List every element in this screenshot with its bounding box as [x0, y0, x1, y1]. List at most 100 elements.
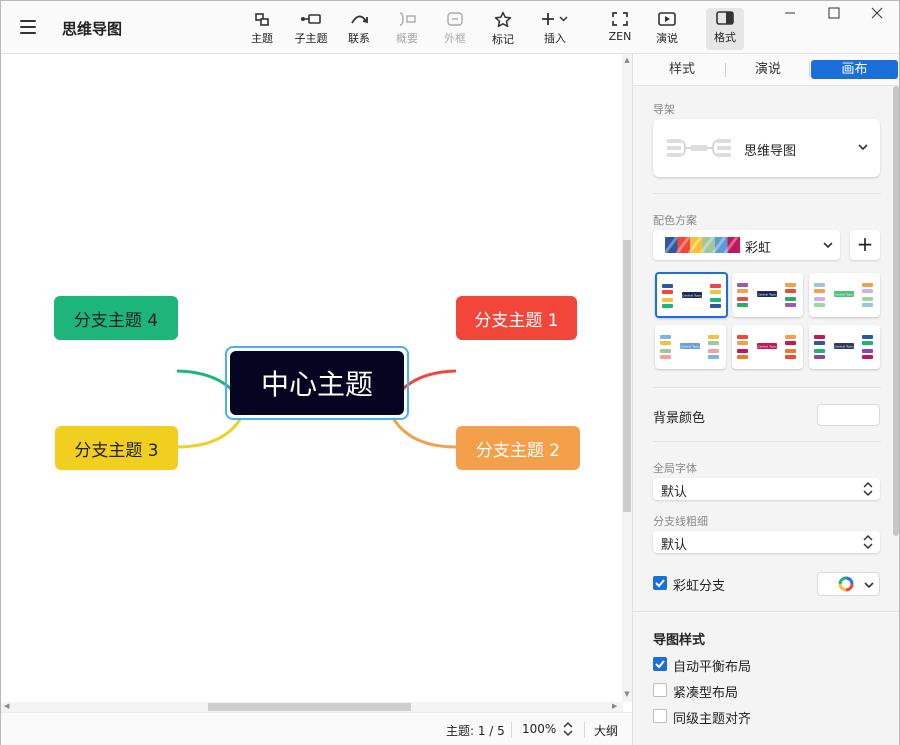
- play-icon: [658, 12, 676, 26]
- panel-icon: [716, 11, 734, 25]
- chevron-down-icon: [823, 242, 833, 249]
- marker-button[interactable]: 标记: [481, 9, 525, 49]
- boundary-button[interactable]: 外框: [433, 9, 477, 49]
- check-icon: [655, 660, 665, 669]
- canvas-horizontal-scrollbar[interactable]: ◀ ▶: [1, 702, 623, 712]
- theme-preview-graphic: Central Topic: [660, 335, 719, 359]
- theme-thumbnail-1[interactable]: Central Topic: [655, 272, 728, 318]
- theme-thumbnail-3[interactable]: Central Topic: [809, 273, 880, 317]
- rainbow-palette-icon: [665, 237, 740, 253]
- tab-canvas[interactable]: 画布: [811, 60, 898, 79]
- insert-button[interactable]: 插入: [531, 9, 579, 49]
- zen-button[interactable]: ZEN: [598, 9, 642, 49]
- align-siblings-checkbox[interactable]: [653, 709, 667, 723]
- marker-label: 标记: [492, 33, 514, 46]
- summary-icon: [399, 12, 416, 26]
- global-font-label: 全局字体: [653, 462, 697, 475]
- topic-icon: [255, 13, 269, 26]
- scroll-down-icon[interactable]: ▼: [623, 690, 631, 698]
- close-icon: [871, 7, 883, 19]
- divider: [653, 193, 881, 194]
- theme-thumbnail-2[interactable]: Central Topic: [732, 273, 803, 317]
- add-subtopic-label: 子主题: [294, 32, 328, 45]
- canvas-vertical-scrollbar[interactable]: ▲ ▼: [622, 54, 632, 702]
- add-subtopic-button[interactable]: 子主题: [289, 9, 333, 49]
- relationship-icon: [351, 15, 368, 24]
- summary-label: 概要: [396, 32, 418, 45]
- branch-topic-3[interactable]: 分支主题 3: [55, 426, 178, 470]
- compact-layout-checkbox[interactable]: [653, 683, 667, 697]
- central-topic[interactable]: 中心主题: [230, 351, 404, 415]
- panel-scrollbar[interactable]: [893, 86, 899, 536]
- line-width-value: 默认: [661, 538, 688, 553]
- horizontal-scroll-thumb[interactable]: [208, 703, 411, 711]
- zoom-level[interactable]: 100%: [522, 722, 556, 736]
- fullscreen-icon: [612, 12, 628, 26]
- align-siblings-label: 同级主题对齐: [673, 712, 752, 727]
- present-button[interactable]: 演说: [645, 9, 689, 49]
- global-font-select[interactable]: 默认: [653, 478, 880, 500]
- theme-thumbnail-5[interactable]: Central Topic: [732, 325, 803, 369]
- rainbow-branch-checkbox[interactable]: [653, 576, 667, 590]
- format-button[interactable]: 格式: [706, 8, 744, 50]
- theme-preview-graphic: Central Topic: [737, 283, 796, 307]
- color-scheme-select[interactable]: 彩虹: [653, 230, 840, 260]
- present-label: 演说: [656, 32, 678, 45]
- rainbow-branch-label: 彩虹分支: [673, 579, 726, 594]
- scroll-left-icon[interactable]: ◀: [4, 702, 9, 710]
- branch-topic-1[interactable]: 分支主题 1: [456, 296, 577, 340]
- minimize-button[interactable]: [767, 1, 813, 31]
- scroll-up-icon[interactable]: ▲: [623, 56, 631, 64]
- chevron-down-icon: [864, 582, 874, 589]
- theme-preview-graphic: Central Topic: [814, 335, 873, 359]
- zen-label: ZEN: [608, 30, 632, 43]
- skeleton-value: 思维导图: [744, 144, 797, 159]
- tab-divider: [725, 63, 726, 77]
- divider: [633, 611, 899, 612]
- minimize-icon: [785, 12, 795, 14]
- summary-button[interactable]: 概要: [385, 9, 429, 49]
- scroll-right-icon[interactable]: ▶: [612, 702, 617, 710]
- mindmap-skeleton-icon: [667, 139, 731, 157]
- panel-tabs: 样式 演说 画布: [633, 54, 899, 86]
- line-width-label: 分支线粗细: [653, 515, 708, 528]
- chevron-down-icon: [858, 144, 868, 151]
- color-scheme-value: 彩虹: [745, 241, 772, 256]
- maximize-button[interactable]: [811, 1, 857, 31]
- stepper-icon: [863, 534, 873, 550]
- theme-thumbnail-6[interactable]: Central Topic: [809, 325, 880, 369]
- titlebar: 思维导图 主题 子主题 联系 概要 外框 标记 插入 ZEN 演说 格式: [1, 1, 899, 54]
- line-width-select[interactable]: 默认: [653, 531, 880, 553]
- tab-presentation[interactable]: 演说: [739, 60, 797, 79]
- auto-balance-label: 自动平衡布局: [673, 660, 752, 675]
- skeleton-select[interactable]: 思维导图: [653, 119, 880, 177]
- relationship-button[interactable]: 联系: [337, 9, 381, 49]
- color-wheel-icon: [838, 576, 854, 592]
- auto-balance-checkbox[interactable]: [653, 657, 667, 671]
- branch-line-3: [176, 417, 243, 449]
- theme-preview-graphic: Central Topic: [662, 284, 721, 308]
- theme-thumbnail-4[interactable]: Central Topic: [655, 325, 726, 369]
- vertical-scroll-thumb[interactable]: [623, 240, 631, 512]
- theme-preview-graphic: Central Topic: [737, 335, 796, 359]
- divider: [653, 387, 881, 388]
- add-color-scheme-button[interactable]: +: [850, 230, 880, 260]
- theme-preview-graphic: Central Topic: [814, 283, 873, 307]
- central-topic-selection: 中心主题: [225, 346, 409, 420]
- menu-icon[interactable]: [17, 17, 39, 37]
- theme-preview-text: Central Topic: [680, 345, 700, 349]
- add-topic-button[interactable]: 主题: [240, 9, 284, 49]
- rainbow-color-select[interactable]: [817, 572, 880, 596]
- branch-line-2: [391, 417, 457, 449]
- background-color-picker[interactable]: [817, 404, 880, 426]
- theme-preview-text: Central Topic: [757, 345, 777, 349]
- boundary-icon: [447, 12, 463, 26]
- star-icon: [494, 11, 512, 28]
- branch-topic-4[interactable]: 分支主题 4: [54, 296, 178, 340]
- outline-button[interactable]: 大纲: [594, 722, 618, 739]
- zoom-stepper-icon[interactable]: [562, 721, 574, 737]
- close-button[interactable]: [854, 1, 900, 31]
- branch-topic-2[interactable]: 分支主题 2: [456, 426, 580, 470]
- boundary-label: 外框: [444, 32, 466, 45]
- tab-style[interactable]: 样式: [653, 60, 711, 79]
